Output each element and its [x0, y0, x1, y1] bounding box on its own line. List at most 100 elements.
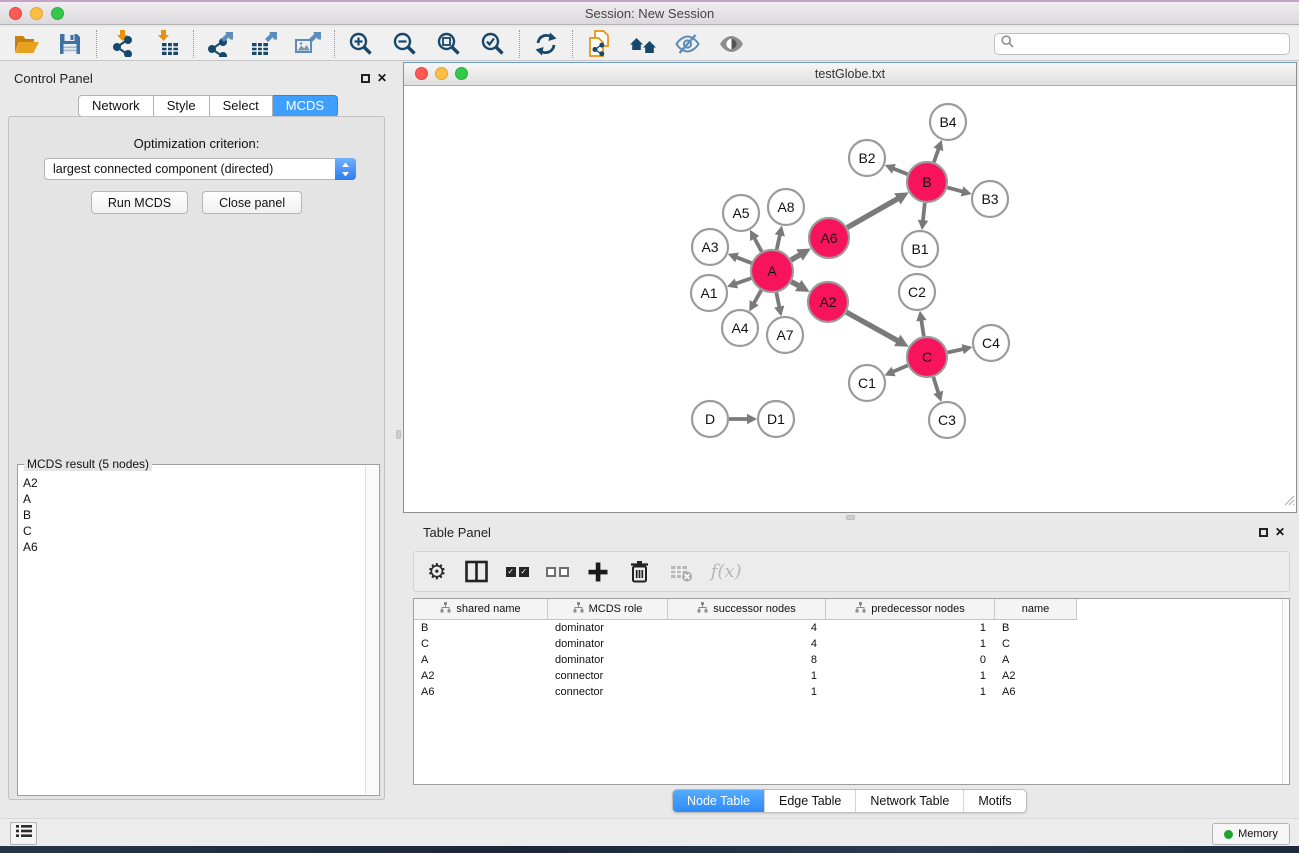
graph-node-C1[interactable]: C1	[849, 365, 885, 401]
search-input[interactable]	[1018, 37, 1283, 51]
memory-button[interactable]: Memory	[1212, 823, 1290, 845]
graph-edge-A-A3[interactable]	[728, 253, 752, 263]
cell[interactable]: 0	[826, 652, 995, 668]
delete-column-icon[interactable]	[627, 557, 652, 587]
graph-edge-A-A2[interactable]	[791, 280, 809, 292]
tab-select[interactable]: Select	[210, 95, 273, 117]
graph-edge-C-C1[interactable]	[884, 365, 907, 376]
column-visibility-icon[interactable]	[464, 557, 489, 587]
node-table[interactable]: shared nameMCDS rolesuccessor nodesprede…	[413, 598, 1290, 785]
result-item[interactable]: A	[23, 491, 363, 507]
close-panel-button[interactable]: Close panel	[202, 191, 302, 214]
task-history-button[interactable]	[10, 822, 37, 845]
graph-node-B[interactable]: B	[907, 162, 947, 202]
search-box[interactable]	[994, 33, 1290, 55]
graph-edge-B-B2[interactable]	[885, 164, 908, 174]
cell[interactable]: A6	[414, 684, 548, 700]
cell[interactable]: A	[995, 652, 1077, 668]
graph-edge-A-A1[interactable]	[727, 278, 751, 288]
export-network-icon[interactable]	[204, 29, 236, 59]
vertical-splitter-handle[interactable]	[396, 430, 401, 439]
result-scrollbar[interactable]	[365, 466, 378, 794]
show-panels-icon[interactable]	[715, 29, 747, 59]
table-row[interactable]: A6connector11A6	[414, 684, 1289, 700]
column-header-MCDS-role[interactable]: MCDS role	[548, 599, 668, 620]
resize-grip-icon[interactable]	[1283, 493, 1295, 511]
cell[interactable]: dominator	[548, 620, 668, 636]
graph-edge-A-A5[interactable]	[750, 230, 762, 252]
graph-node-C4[interactable]: C4	[973, 325, 1009, 361]
cell[interactable]: dominator	[548, 652, 668, 668]
zoom-selected-icon[interactable]	[477, 29, 509, 59]
hide-panels-icon[interactable]	[671, 29, 703, 59]
cell[interactable]: A2	[995, 668, 1077, 684]
cell[interactable]: A2	[414, 668, 548, 684]
graph-node-B3[interactable]: B3	[972, 181, 1008, 217]
close-table-panel-icon[interactable]: ✕	[1275, 527, 1285, 537]
cell[interactable]: 1	[826, 684, 995, 700]
cell[interactable]: dominator	[548, 636, 668, 652]
zoom-fit-icon[interactable]	[433, 29, 465, 59]
float-panel-icon[interactable]	[361, 74, 370, 83]
export-image-icon[interactable]	[292, 29, 324, 59]
home-icon[interactable]	[627, 29, 659, 59]
graph-edge-C-C3[interactable]	[933, 377, 943, 402]
table-row[interactable]: Cdominator41C	[414, 636, 1289, 652]
graph-node-A5[interactable]: A5	[723, 195, 759, 231]
mcds-result-list[interactable]: A2ABCA6	[17, 464, 380, 796]
network-window-titlebar[interactable]: testGlobe.txt	[404, 63, 1296, 86]
table-row[interactable]: Adominator80A	[414, 652, 1289, 668]
graph-node-B1[interactable]: B1	[902, 231, 938, 267]
cell[interactable]: connector	[548, 684, 668, 700]
graph-node-A7[interactable]: A7	[767, 317, 803, 353]
graph-edge-C-C2[interactable]	[916, 311, 926, 336]
graph-edge-A-A8[interactable]	[775, 226, 785, 250]
tab-network[interactable]: Network	[78, 95, 154, 117]
graph-node-A6[interactable]: A6	[809, 218, 849, 258]
graph-node-D1[interactable]: D1	[758, 401, 794, 437]
graph-edge-A2-C[interactable]	[846, 312, 908, 347]
graph-edge-B-B3[interactable]	[947, 186, 971, 196]
import-network-icon[interactable]	[107, 29, 139, 59]
run-mcds-button[interactable]: Run MCDS	[91, 191, 188, 214]
graph-node-A[interactable]: A	[751, 250, 793, 292]
graph-edge-B-B4[interactable]	[934, 140, 944, 162]
graph-node-A3[interactable]: A3	[692, 229, 728, 265]
graph-node-A8[interactable]: A8	[768, 189, 804, 225]
float-table-panel-icon[interactable]	[1259, 528, 1268, 537]
cell[interactable]: 4	[668, 620, 826, 636]
refresh-icon[interactable]	[530, 29, 562, 59]
open-file-icon[interactable]	[10, 29, 42, 59]
result-item[interactable]: C	[23, 523, 363, 539]
graph-node-B4[interactable]: B4	[930, 104, 966, 140]
cell[interactable]: 1	[826, 668, 995, 684]
zoom-out-icon[interactable]	[389, 29, 421, 59]
cell[interactable]: C	[414, 636, 548, 652]
column-header-name[interactable]: name	[995, 599, 1077, 620]
zoom-in-icon[interactable]	[345, 29, 377, 59]
criterion-select[interactable]: largest connected component (directed)	[44, 158, 356, 180]
cell[interactable]: B	[414, 620, 548, 636]
add-column-icon[interactable]	[586, 557, 610, 587]
tab-edge-table[interactable]: Edge Table	[764, 790, 855, 812]
cell[interactable]: connector	[548, 668, 668, 684]
graph-node-A4[interactable]: A4	[722, 310, 758, 346]
tab-style[interactable]: Style	[154, 95, 210, 117]
horizontal-splitter-handle[interactable]	[846, 515, 855, 520]
cell[interactable]: A	[414, 652, 548, 668]
column-header-predecessor-nodes[interactable]: predecessor nodes	[826, 599, 995, 620]
tab-motifs[interactable]: Motifs	[963, 790, 1025, 812]
network-canvas[interactable]: AA1A2A3A4A5A6A7A8BB1B2B3B4CC1C2C3C4DD1	[404, 86, 1296, 512]
graph-edge-A6-B[interactable]	[847, 192, 909, 227]
select-all-rows-icon[interactable]: ✓✓	[506, 557, 529, 587]
duplicate-network-icon[interactable]	[583, 29, 615, 59]
graph-edge-A-A6[interactable]	[791, 249, 811, 261]
result-item[interactable]: B	[23, 507, 363, 523]
graph-edge-A-A4[interactable]	[749, 290, 761, 311]
deselect-all-rows-icon[interactable]	[546, 557, 569, 587]
graph-node-C3[interactable]: C3	[929, 402, 965, 438]
tab-node-table[interactable]: Node Table	[673, 790, 764, 812]
save-session-icon[interactable]	[54, 29, 86, 59]
graph-node-A2[interactable]: A2	[808, 282, 848, 322]
graph-node-D[interactable]: D	[692, 401, 728, 437]
